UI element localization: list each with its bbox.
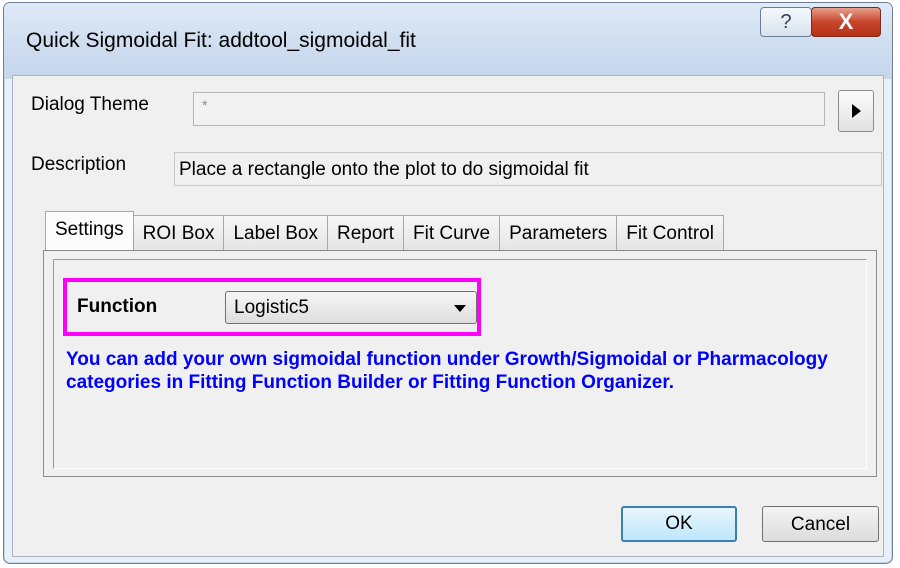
dialog-theme-value: * — [202, 97, 208, 113]
dialog-window: Quick Sigmoidal Fit: addtool_sigmoidal_f… — [3, 2, 893, 564]
tab-roi-box[interactable]: ROI Box — [132, 215, 225, 250]
tab-fit-control[interactable]: Fit Control — [616, 215, 724, 250]
function-highlight-box: Function Logistic5 — [63, 278, 481, 336]
tab-strip: Settings ROI Box Label Box Report Fit Cu… — [45, 211, 724, 250]
description-field: Place a rectangle onto the plot to do si… — [174, 152, 882, 186]
title-bar[interactable]: Quick Sigmoidal Fit: addtool_sigmoidal_f… — [4, 3, 892, 79]
dialog-body: Dialog Theme * Description Place a recta… — [12, 75, 884, 557]
right-triangle-icon — [852, 104, 861, 118]
close-button[interactable]: X — [811, 7, 881, 37]
function-label: Function — [77, 296, 158, 317]
description-label: Description — [31, 154, 127, 175]
dialog-theme-menu-button[interactable] — [838, 90, 874, 132]
chevron-down-icon — [454, 305, 466, 312]
dialog-theme-field[interactable]: * — [193, 92, 825, 126]
settings-panel: Function Logistic5 You can add your own … — [43, 250, 877, 477]
tab-fit-curve[interactable]: Fit Curve — [403, 215, 501, 250]
tab-parameters[interactable]: Parameters — [499, 215, 618, 250]
tab-report[interactable]: Report — [326, 215, 405, 250]
function-dropdown[interactable]: Logistic5 — [225, 291, 477, 324]
help-button[interactable]: ? — [760, 7, 812, 37]
settings-inner-panel: Function Logistic5 You can add your own … — [53, 259, 867, 469]
dialog-theme-label: Dialog Theme — [31, 94, 149, 115]
tab-settings[interactable]: Settings — [45, 211, 134, 250]
ok-button[interactable]: OK — [621, 506, 737, 542]
description-text: Place a rectangle onto the plot to do si… — [179, 159, 589, 180]
info-text: You can add your own sigmoidal function … — [66, 349, 828, 393]
function-dropdown-value: Logistic5 — [234, 297, 309, 318]
window-title: Quick Sigmoidal Fit: addtool_sigmoidal_f… — [26, 29, 416, 52]
cancel-button[interactable]: Cancel — [762, 506, 879, 542]
tab-label-box[interactable]: Label Box — [223, 215, 328, 250]
